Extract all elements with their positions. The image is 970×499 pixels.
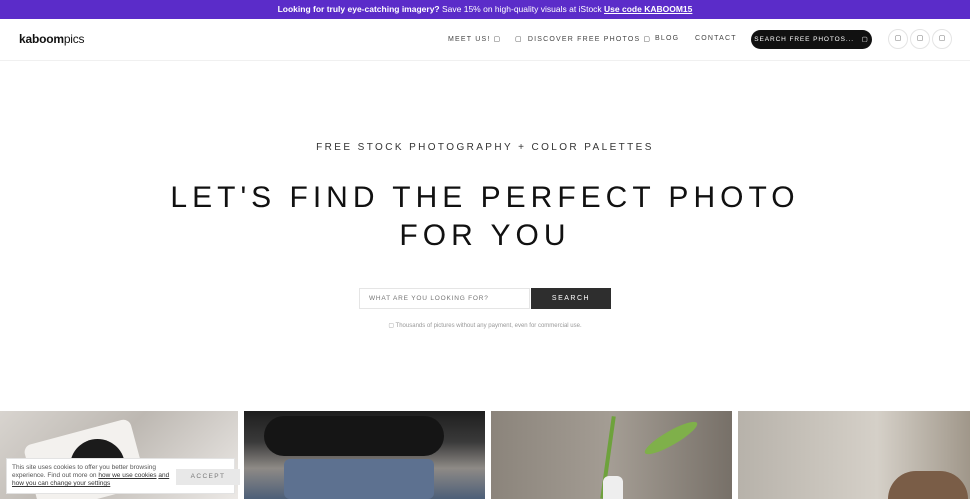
promo-text: Save 15% on high-quality visuals at iSto… bbox=[439, 4, 605, 14]
photo-3-vase bbox=[603, 476, 623, 499]
hero-headline: LET'S FIND THE PERFECT PHOTO FOR YOU bbox=[0, 179, 970, 255]
top-navigation: kaboompics MEET US! ▢ ▢ DISCOVER FREE PHOT… bbox=[0, 19, 970, 61]
nav-contact-label: CONTACT bbox=[695, 35, 737, 42]
headline-line-2: FOR YOU bbox=[399, 219, 571, 252]
hero-search-input[interactable] bbox=[359, 288, 530, 309]
photo-4-figure bbox=[888, 471, 968, 499]
photo-2-top-garment bbox=[264, 416, 444, 456]
nav-blog[interactable]: BLOG bbox=[655, 35, 679, 42]
nav-meet-us[interactable]: MEET US! ▢ bbox=[448, 35, 501, 43]
cookie-accept-button[interactable]: ACCEPT bbox=[176, 469, 240, 485]
site-logo[interactable]: kaboompics bbox=[19, 32, 85, 46]
promo-banner: Looking for truly eye-catching imagery? … bbox=[0, 0, 970, 19]
nav-blog-label: BLOG bbox=[655, 35, 680, 42]
photo-tile-2[interactable] bbox=[244, 411, 485, 499]
pinterest-icon[interactable]: ▢ bbox=[932, 29, 952, 49]
hero-section: FREE STOCK PHOTOGRAPHY + COLOR PALETTES … bbox=[0, 62, 970, 410]
logo-bold-part: kaboom bbox=[19, 32, 64, 46]
hero-kicker: FREE STOCK PHOTOGRAPHY + COLOR PALETTES bbox=[316, 142, 654, 153]
nav-discover-free-photos[interactable]: ▢ DISCOVER FREE PHOTOS ▢ bbox=[515, 35, 651, 43]
facebook-icon[interactable]: ▢ bbox=[888, 29, 908, 49]
hero-search-button[interactable]: SEARCH bbox=[531, 288, 611, 309]
nav-meet-us-label: MEET US! bbox=[448, 36, 491, 43]
search-free-photos-button[interactable]: SEARCH FREE PHOTOS... ▢ bbox=[751, 30, 872, 49]
promo-code-link[interactable]: Use code KABOOM15 bbox=[604, 4, 692, 14]
nav-discover-label: DISCOVER FREE PHOTOS bbox=[527, 36, 641, 43]
cookie-text: This site uses cookies to offer you bett… bbox=[12, 464, 172, 488]
cookie-link-how[interactable]: how we use cookies bbox=[98, 472, 156, 479]
photo-2-denim bbox=[284, 459, 434, 499]
cookie-notice: This site uses cookies to offer you bett… bbox=[6, 458, 240, 494]
search-icon: ▢ bbox=[861, 36, 869, 43]
nav-contact[interactable]: CONTACT bbox=[695, 35, 737, 42]
chevron-down-icon: ▢ bbox=[643, 36, 652, 43]
headline-line-1: LET'S FIND THE PERFECT PHOTO bbox=[170, 181, 800, 214]
photo-3-leaf bbox=[641, 416, 701, 460]
promo-lead: Looking for truly eye-catching imagery? bbox=[277, 4, 440, 14]
instagram-icon[interactable]: ▢ bbox=[910, 29, 930, 49]
search-free-photos-label: SEARCH FREE PHOTOS... bbox=[754, 36, 854, 43]
logo-light-part: pics bbox=[63, 32, 85, 46]
photo-tile-4[interactable] bbox=[738, 411, 970, 499]
camera-icon: ▢ bbox=[515, 36, 523, 43]
hero-note: ▢ Thousands of pictures without any paym… bbox=[388, 323, 582, 329]
photo-tile-3[interactable] bbox=[491, 411, 732, 499]
heart-icon: ▢ bbox=[493, 36, 502, 43]
